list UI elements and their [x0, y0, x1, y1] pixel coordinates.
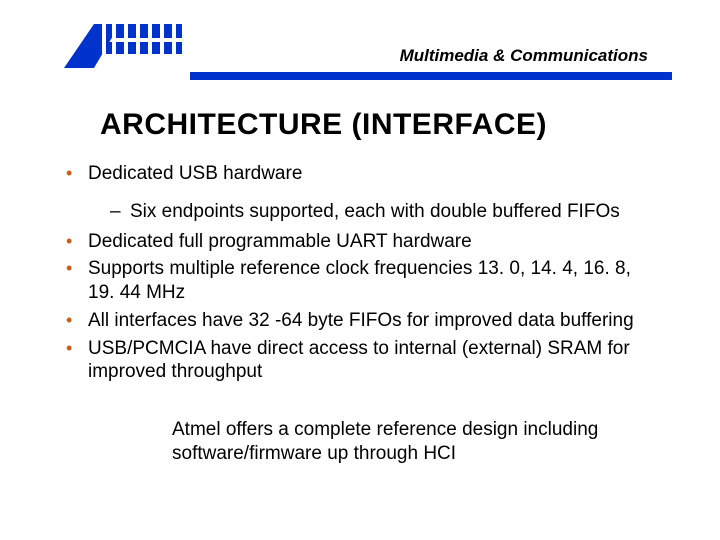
footer-note: Atmel offers a complete reference design… — [60, 418, 660, 466]
atmel-logo — [64, 24, 184, 72]
bullet-text: Dedicated full programmable UART hardwar… — [88, 231, 472, 252]
bullet-item: Dedicated full programmable UART hardwar… — [60, 230, 660, 254]
sub-bullet-text: Six endpoints supported, each with doubl… — [130, 201, 620, 222]
bullet-item: All interfaces have 32 -64 byte FIFOs fo… — [60, 309, 660, 333]
bullet-item: USB/PCMCIA have direct access to interna… — [60, 337, 660, 385]
sub-bullet-item: Six endpoints supported, each with doubl… — [88, 200, 660, 224]
slide-header: Multimedia & Communications — [0, 0, 720, 66]
bullet-list: Dedicated USB hardware Six endpoints sup… — [60, 162, 660, 384]
bullet-text: Dedicated USB hardware — [88, 163, 302, 184]
bullet-item: Supports multiple reference clock freque… — [60, 257, 660, 305]
header-divider — [190, 72, 672, 80]
bullet-text: Supports multiple reference clock freque… — [88, 258, 631, 303]
slide-content: Dedicated USB hardware Six endpoints sup… — [0, 162, 720, 466]
bullet-text: USB/PCMCIA have direct access to interna… — [88, 338, 630, 383]
slide-title: ARCHITECTURE (INTERFACE) — [0, 108, 720, 142]
bullet-text: All interfaces have 32 -64 byte FIFOs fo… — [88, 310, 634, 331]
sub-bullet-list: Six endpoints supported, each with doubl… — [88, 200, 660, 224]
bullet-item: Dedicated USB hardware Six endpoints sup… — [60, 162, 660, 224]
